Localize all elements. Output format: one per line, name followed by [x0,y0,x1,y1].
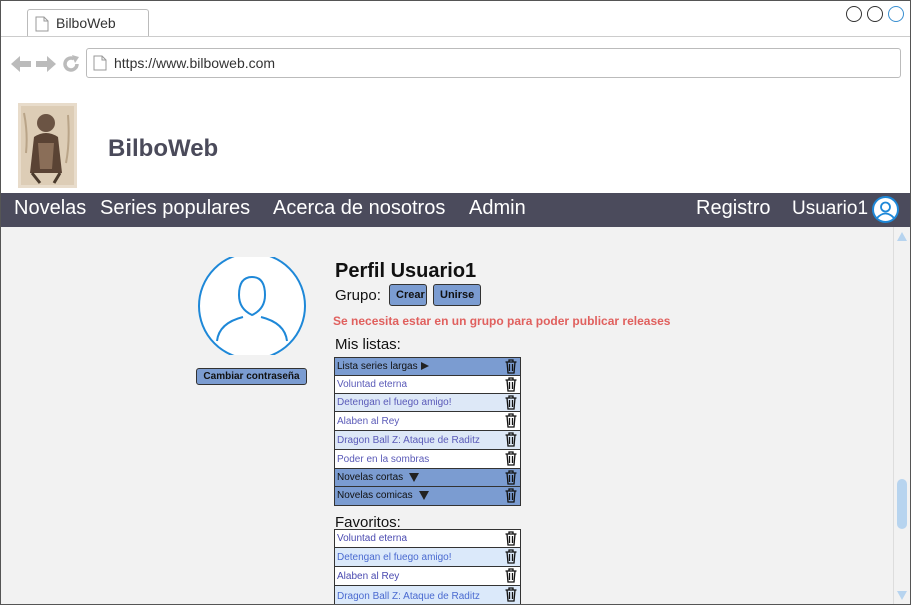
browser-window: BilboWeb https://www.bilboweb.com BilboW… [0,0,911,605]
favoritos-list: Voluntad eterna Detengan el fuego amigo!… [334,529,521,604]
group-warning: Se necesita estar en un grupo para poder… [333,314,671,328]
site-title: BilboWeb [108,135,219,162]
list-item-label: Dragon Ball Z: Ataque de Raditz [337,435,480,446]
change-password-button[interactable]: Cambiar contraseña [196,368,307,385]
document-icon [93,55,107,71]
maximize-button[interactable] [867,6,883,22]
list-item[interactable]: Alaben al Rey [335,412,520,431]
trash-icon[interactable] [505,470,517,485]
vertical-scrollbar[interactable] [893,227,910,604]
browser-tab[interactable]: BilboWeb [27,9,149,36]
list-item-label: Voluntad eterna [337,533,408,544]
tab-title: BilboWeb [56,15,116,31]
trash-icon[interactable] [505,395,517,410]
menu-acerca-de-nosotros[interactable]: Acerca de nosotros [273,197,445,220]
trash-icon[interactable] [505,359,517,374]
collapse-arrow-icon[interactable] [409,472,420,482]
minimize-button[interactable] [846,6,862,22]
scroll-up-arrow-icon[interactable] [897,232,907,241]
scroll-down-arrow-icon[interactable] [897,591,907,600]
trash-icon[interactable] [505,377,517,392]
user-circle-icon[interactable] [872,196,899,223]
list-item[interactable]: Alaben al Rey [335,567,520,586]
trash-icon[interactable] [505,587,517,602]
profile-content: Cambiar contraseña Perfil Usuario1 Grupo… [1,227,893,604]
forward-arrow-icon[interactable] [35,54,57,74]
tab-bar: BilboWeb [1,1,910,37]
menu-usuario[interactable]: Usuario1 [792,198,868,220]
trash-icon[interactable] [505,432,517,447]
crear-group-button[interactable]: Crear [389,284,427,306]
trash-icon[interactable] [505,549,517,564]
list-item[interactable]: Novelas comicas [335,487,520,505]
list-item-label: Poder en la sombras [337,454,430,465]
trash-icon[interactable] [505,568,517,583]
collapse-arrow-icon[interactable] [418,490,429,500]
expand-arrow-icon[interactable] [420,362,429,371]
logo-image[interactable] [18,103,77,188]
list-item[interactable]: Poder en la sombras [335,450,520,469]
url-text: https://www.bilboweb.com [114,55,276,71]
document-icon [35,16,49,32]
list-item-label: Dragon Ball Z: Ataque de Raditz [337,591,480,602]
avatar [198,257,306,355]
menu-admin[interactable]: Admin [469,197,526,220]
trash-icon[interactable] [505,413,517,428]
site-header: BilboWeb [1,95,910,193]
close-button[interactable] [888,6,904,22]
browser-toolbar: https://www.bilboweb.com [1,36,910,96]
list-item[interactable]: Dragon Ball Z: Ataque de Raditz [335,586,520,604]
list-item-label: Alaben al Rey [337,416,400,427]
list-item[interactable]: Detengan el fuego amigo! [335,548,520,567]
page-title: Perfil Usuario1 [335,260,477,282]
list-item[interactable]: Dragon Ball Z: Ataque de Raditz [335,431,520,450]
address-bar[interactable]: https://www.bilboweb.com [86,48,901,78]
list-item[interactable]: Voluntad eterna [335,376,520,394]
list-item[interactable]: Detengan el fuego amigo! [335,394,520,412]
mis-listas-label: Mis listas: [335,336,401,353]
list-item[interactable]: Lista series largas [335,358,520,376]
list-item[interactable]: Novelas cortas [335,469,520,487]
mis-listas: Lista series largas Voluntad eterna Dete… [334,357,521,506]
list-item-label: Lista series largas [337,361,418,372]
trash-icon[interactable] [505,451,517,466]
trash-icon[interactable] [505,488,517,503]
main-menu: Novelas Series populares Acerca de nosot… [1,193,910,227]
reload-icon[interactable] [61,54,81,74]
list-item-label: Detengan el fuego amigo! [337,397,452,408]
list-item-label: Novelas cortas [337,472,404,483]
menu-registro[interactable]: Registro [696,197,770,220]
trash-icon[interactable] [505,531,517,546]
back-arrow-icon[interactable] [10,54,32,74]
list-item-label: Detengan el fuego amigo! [337,552,452,563]
list-item-label: Novelas comicas [337,490,413,501]
grupo-label: Grupo: [335,287,381,304]
list-item-label: Voluntad eterna [337,379,408,390]
unirse-group-button[interactable]: Unirse [433,284,481,306]
menu-novelas[interactable]: Novelas [14,197,86,220]
list-item[interactable]: Voluntad eterna [335,530,520,548]
menu-series-populares[interactable]: Series populares [100,197,250,220]
scroll-thumb[interactable] [897,479,907,529]
list-item-label: Alaben al Rey [337,571,400,582]
